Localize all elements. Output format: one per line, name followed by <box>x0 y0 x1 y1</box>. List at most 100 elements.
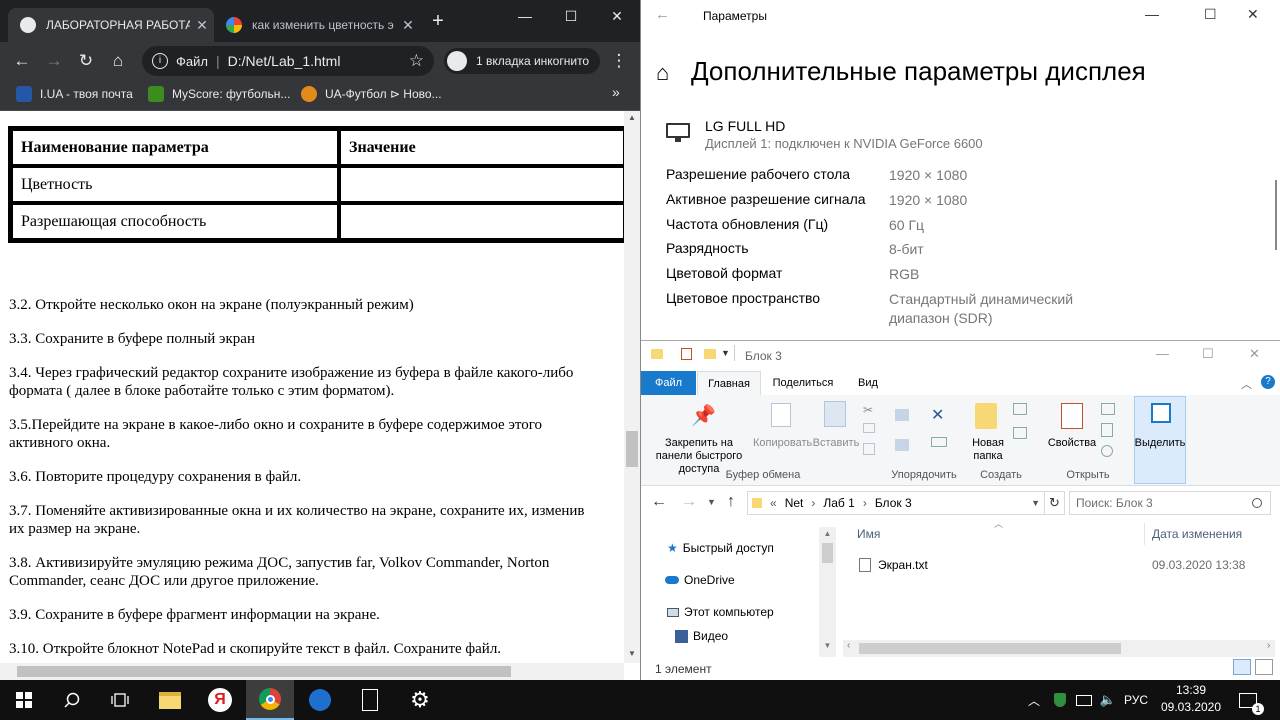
show-hidden-icons[interactable]: ︿ <box>1024 680 1044 720</box>
home-icon[interactable]: ⌂ <box>105 48 131 74</box>
close-window-icon[interactable]: ✕ <box>1249 346 1260 362</box>
select-button[interactable]: Выделить <box>1134 437 1186 450</box>
bookmarks-overflow[interactable]: » <box>612 84 620 100</box>
file-list-hscrollbar[interactable]: ‹ › <box>843 640 1275 657</box>
defender-icon[interactable] <box>1050 680 1070 720</box>
info-icon[interactable]: i <box>152 53 168 69</box>
paste-button[interactable]: Вставить <box>811 437 861 450</box>
column-name[interactable]: Имя <box>857 527 880 541</box>
scroll-up-icon[interactable]: ▲ <box>624 113 640 122</box>
mail-taskbar-button[interactable] <box>296 680 344 720</box>
breadcrumb-overflow[interactable]: « <box>770 496 777 510</box>
properties-icon[interactable] <box>681 348 692 360</box>
maximize-icon[interactable]: ☐ <box>1204 6 1217 23</box>
address-bar[interactable]: « Net › Лаб 1 › Блок 3 ▼ <box>747 491 1045 515</box>
chrome-taskbar-button[interactable] <box>246 680 294 720</box>
breadcrumb-lab1[interactable]: Лаб 1 <box>823 496 854 510</box>
scroll-thumb[interactable] <box>822 543 833 563</box>
maximize-icon[interactable]: ☐ <box>548 0 594 32</box>
paste-shortcut-icon[interactable] <box>863 443 875 455</box>
copy-button[interactable]: Копировать <box>753 437 812 450</box>
tab-share[interactable]: Поделиться <box>765 371 841 395</box>
tab-lab-work[interactable]: ЛАБОРАТОРНАЯ РАБОТА ✕ <box>8 8 214 42</box>
clock[interactable]: 13:39 09.03.2020 <box>1160 682 1222 718</box>
open-icon[interactable] <box>1101 403 1115 415</box>
minimize-icon[interactable]: — <box>502 0 548 32</box>
close-tab-icon[interactable]: ✕ <box>190 17 214 34</box>
column-date-modified[interactable]: Дата изменения <box>1152 527 1242 541</box>
close-window-icon[interactable]: ✕ <box>594 0 640 32</box>
file-name[interactable]: Экран.txt <box>878 558 928 572</box>
rename-icon[interactable] <box>931 437 947 447</box>
explorer-taskbar-button[interactable] <box>146 680 194 720</box>
easy-access-icon[interactable] <box>1013 427 1027 439</box>
copy-to-icon[interactable] <box>895 439 909 451</box>
settings-taskbar-button[interactable]: ⚙ <box>396 680 444 720</box>
scroll-thumb[interactable] <box>626 431 638 467</box>
scroll-up-icon[interactable]: ▲ <box>819 529 836 538</box>
new-tab-button[interactable]: + <box>426 10 450 34</box>
forward-icon[interactable]: → <box>681 493 697 511</box>
customize-qat-icon[interactable]: ▼ <box>721 348 730 358</box>
close-tab-icon[interactable]: ✕ <box>396 17 420 34</box>
forward-icon[interactable]: → <box>41 48 67 74</box>
new-item-icon[interactable] <box>1013 403 1027 415</box>
new-folder-icon[interactable] <box>704 349 716 359</box>
large-icons-view-icon[interactable] <box>1255 659 1273 675</box>
network-icon[interactable] <box>1074 680 1094 720</box>
move-to-icon[interactable] <box>895 409 909 421</box>
nav-videos[interactable]: Видео <box>675 629 728 643</box>
scroll-thumb[interactable] <box>17 666 511 677</box>
star-icon[interactable]: ☆ <box>409 51 424 71</box>
tab-home[interactable]: Главная <box>697 371 761 395</box>
home-icon[interactable]: ⌂ <box>656 60 669 86</box>
incognito-badge[interactable]: 1 вкладка инкогнито <box>444 48 600 74</box>
new-folder-button[interactable]: Новая папка <box>963 437 1013 463</box>
bookmark-ua-football[interactable]: UA-Футбол ⊳ Ново... <box>301 86 442 102</box>
yandex-taskbar-button[interactable]: Я <box>196 680 244 720</box>
scroll-down-icon[interactable]: ▼ <box>624 649 640 658</box>
tab-google-search[interactable]: как изменить цветность э ✕ <box>214 8 420 42</box>
task-view-button[interactable] <box>96 680 144 720</box>
bookmark-myscore[interactable]: MyScore: футбольн... <box>148 86 290 102</box>
chevron-down-icon[interactable]: ▼ <box>1031 498 1040 508</box>
vertical-scrollbar[interactable]: ▲ ▼ <box>624 111 640 663</box>
search-input[interactable]: Поиск: Блок 3 <box>1069 491 1271 515</box>
horizontal-scrollbar[interactable] <box>0 663 624 680</box>
nav-this-pc[interactable]: Этот компьютер <box>667 605 774 619</box>
nav-scrollbar[interactable]: ▲ ▼ <box>819 527 836 657</box>
edit-icon[interactable] <box>1101 423 1113 437</box>
start-button[interactable] <box>0 680 48 720</box>
action-center-button[interactable]: 1 <box>1234 680 1264 720</box>
close-window-icon[interactable]: ✕ <box>1247 6 1259 23</box>
scroll-thumb[interactable] <box>859 643 1121 654</box>
language-indicator[interactable]: РУС <box>1122 680 1150 720</box>
tab-view[interactable]: Вид <box>845 371 891 395</box>
reload-icon[interactable]: ↻ <box>73 48 99 74</box>
volume-icon[interactable]: 🔈 <box>1098 680 1118 720</box>
delete-icon[interactable]: ✕ <box>931 405 944 425</box>
breadcrumb-block3[interactable]: Блок 3 <box>875 496 912 510</box>
minimize-icon[interactable]: — <box>1156 346 1169 361</box>
address-bar[interactable]: i Файл | D:/Net/Lab_1.html ☆ <box>142 46 434 76</box>
help-icon[interactable]: ? <box>1261 375 1275 389</box>
scroll-thumb[interactable] <box>1275 180 1277 250</box>
tab-file[interactable]: Файл <box>641 371 696 395</box>
nav-onedrive[interactable]: OneDrive <box>665 573 735 587</box>
properties-button[interactable]: Свойства <box>1043 437 1101 450</box>
calculator-taskbar-button[interactable] <box>346 680 394 720</box>
refresh-icon[interactable]: ↻ <box>1045 491 1065 515</box>
back-icon[interactable]: ← <box>655 6 670 23</box>
scroll-down-icon[interactable]: ▼ <box>819 641 836 650</box>
back-icon[interactable]: ← <box>9 48 35 74</box>
scroll-right-icon[interactable]: › <box>1267 640 1270 651</box>
up-icon[interactable]: ↑ <box>727 493 735 511</box>
maximize-icon[interactable]: ☐ <box>1202 346 1214 362</box>
recent-locations-icon[interactable]: ▼ <box>707 497 716 507</box>
search-icon[interactable] <box>1252 498 1262 508</box>
collapse-ribbon-icon[interactable]: ︿ <box>1241 376 1252 392</box>
back-icon[interactable]: ← <box>651 493 667 511</box>
nav-quick-access[interactable]: ★ Быстрый доступ <box>667 541 774 555</box>
menu-icon[interactable]: ⋮ <box>606 48 632 74</box>
scroll-left-icon[interactable]: ‹ <box>847 640 850 651</box>
